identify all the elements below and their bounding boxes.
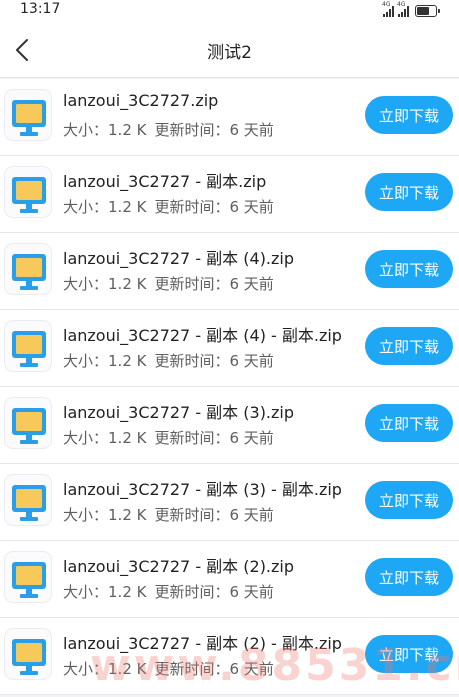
battery-fill xyxy=(417,7,429,15)
signal-icon: 4G xyxy=(397,1,409,17)
list-item[interactable]: lanzoui_3C2727.zip 大小：1.2 K 更新时间：6 天前 立即下… xyxy=(0,79,459,156)
list-item[interactable]: lanzoui_3C2727 - 副本 (4).zip 大小：1.2 K 更新时间… xyxy=(0,233,459,310)
list-item[interactable]: lanzoui_3C2727 - 副本 (4) - 副本.zip 大小：1.2 … xyxy=(0,310,459,387)
download-button[interactable]: 立即下载 xyxy=(365,250,453,288)
update-time-label: 更新时间： xyxy=(154,583,230,601)
size-label: 大小： xyxy=(63,198,109,216)
download-button[interactable]: 立即下载 xyxy=(365,481,453,519)
update-time: 6 天前 xyxy=(229,506,274,524)
file-size: 1.2 K xyxy=(108,660,147,678)
signal-icon: 4G xyxy=(382,1,394,17)
download-button[interactable]: 立即下载 xyxy=(365,558,453,596)
signal-1-tag: 4G xyxy=(382,1,391,8)
update-time: 6 天前 xyxy=(229,429,274,447)
monitor-icon xyxy=(4,243,52,295)
monitor-icon xyxy=(4,89,52,141)
monitor-icon xyxy=(4,474,52,526)
update-time: 6 天前 xyxy=(229,352,274,370)
file-name: lanzoui_3C2727.zip xyxy=(63,91,219,110)
update-time-label: 更新时间： xyxy=(154,275,230,293)
update-time-label: 更新时间： xyxy=(154,121,230,139)
update-time: 6 天前 xyxy=(229,275,274,293)
file-meta: 大小：1.2 K 更新时间：6 天前 xyxy=(63,658,274,679)
update-time-label: 更新时间： xyxy=(154,506,230,524)
file-meta: 大小：1.2 K 更新时间：6 天前 xyxy=(63,273,274,294)
page-title: 测试2 xyxy=(207,43,252,63)
download-button[interactable]: 立即下载 xyxy=(365,96,453,134)
list-item[interactable]: lanzoui_3C2727 - 副本 (3).zip 大小：1.2 K 更新时间… xyxy=(0,387,459,464)
download-button[interactable]: 立即下载 xyxy=(365,635,453,673)
nav-bar: 测试2 xyxy=(0,22,459,78)
file-meta: 大小：1.2 K 更新时间：6 天前 xyxy=(63,350,274,371)
download-button[interactable]: 立即下载 xyxy=(365,173,453,211)
size-label: 大小： xyxy=(63,121,109,139)
update-time: 6 天前 xyxy=(229,660,274,678)
status-icons: 4G 4G xyxy=(382,1,440,17)
file-size: 1.2 K xyxy=(108,506,147,524)
file-size: 1.2 K xyxy=(108,275,147,293)
file-size: 1.2 K xyxy=(108,198,147,216)
file-meta: 大小：1.2 K 更新时间：6 天前 xyxy=(63,196,274,217)
download-button[interactable]: 立即下载 xyxy=(365,327,453,365)
monitor-icon xyxy=(4,166,52,218)
monitor-icon xyxy=(4,397,52,449)
file-name: lanzoui_3C2727 - 副本 (3) - 副本.zip xyxy=(63,480,342,499)
monitor-icon xyxy=(4,320,52,372)
file-meta: 大小：1.2 K 更新时间：6 天前 xyxy=(63,581,274,602)
size-label: 大小： xyxy=(63,583,109,601)
size-label: 大小： xyxy=(63,275,109,293)
list-item[interactable]: lanzoui_3C2727 - 副本 (2) - 副本.zip 大小：1.2 … xyxy=(0,618,459,695)
signal-2-tag: 4G xyxy=(397,1,406,8)
file-name: lanzoui_3C2727 - 副本 (2).zip xyxy=(63,557,295,576)
size-label: 大小： xyxy=(63,352,109,370)
file-size: 1.2 K xyxy=(108,429,147,447)
file-size: 1.2 K xyxy=(108,352,147,370)
download-button[interactable]: 立即下载 xyxy=(365,404,453,442)
file-name: lanzoui_3C2727 - 副本 (2) - 副本.zip xyxy=(63,634,342,653)
update-time-label: 更新时间： xyxy=(154,198,230,216)
update-time: 6 天前 xyxy=(229,198,274,216)
file-meta: 大小：1.2 K 更新时间：6 天前 xyxy=(63,119,274,140)
update-time: 6 天前 xyxy=(229,121,274,139)
battery-icon xyxy=(415,5,440,17)
file-meta: 大小：1.2 K 更新时间：6 天前 xyxy=(63,427,274,448)
status-bar: 13:17 4G 4G xyxy=(0,0,459,22)
file-size: 1.2 K xyxy=(108,583,147,601)
monitor-icon xyxy=(4,628,52,680)
list-item[interactable]: lanzoui_3C2727 - 副本 (3) - 副本.zip 大小：1.2 … xyxy=(0,464,459,541)
size-label: 大小： xyxy=(63,506,109,524)
status-time: 13:17 xyxy=(20,1,61,17)
file-name: lanzoui_3C2727 - 副本 (3).zip xyxy=(63,403,295,422)
update-time-label: 更新时间： xyxy=(154,352,230,370)
list-item[interactable]: lanzoui_3C2727 - 副本 (2).zip 大小：1.2 K 更新时间… xyxy=(0,541,459,618)
list-item[interactable]: lanzoui_3C2727 - 副本.zip 大小：1.2 K 更新时间：6 天… xyxy=(0,156,459,233)
size-label: 大小： xyxy=(63,429,109,447)
update-time: 6 天前 xyxy=(229,583,274,601)
monitor-icon xyxy=(4,551,52,603)
update-time-label: 更新时间： xyxy=(154,429,230,447)
file-list: lanzoui_3C2727.zip 大小：1.2 K 更新时间：6 天前 立即下… xyxy=(0,79,459,695)
file-size: 1.2 K xyxy=(108,121,147,139)
size-label: 大小： xyxy=(63,660,109,678)
file-meta: 大小：1.2 K 更新时间：6 天前 xyxy=(63,504,274,525)
update-time-label: 更新时间： xyxy=(154,660,230,678)
file-name: lanzoui_3C2727 - 副本 (4).zip xyxy=(63,249,295,268)
file-name: lanzoui_3C2727 - 副本 (4) - 副本.zip xyxy=(63,326,342,345)
file-name: lanzoui_3C2727 - 副本.zip xyxy=(63,172,267,191)
